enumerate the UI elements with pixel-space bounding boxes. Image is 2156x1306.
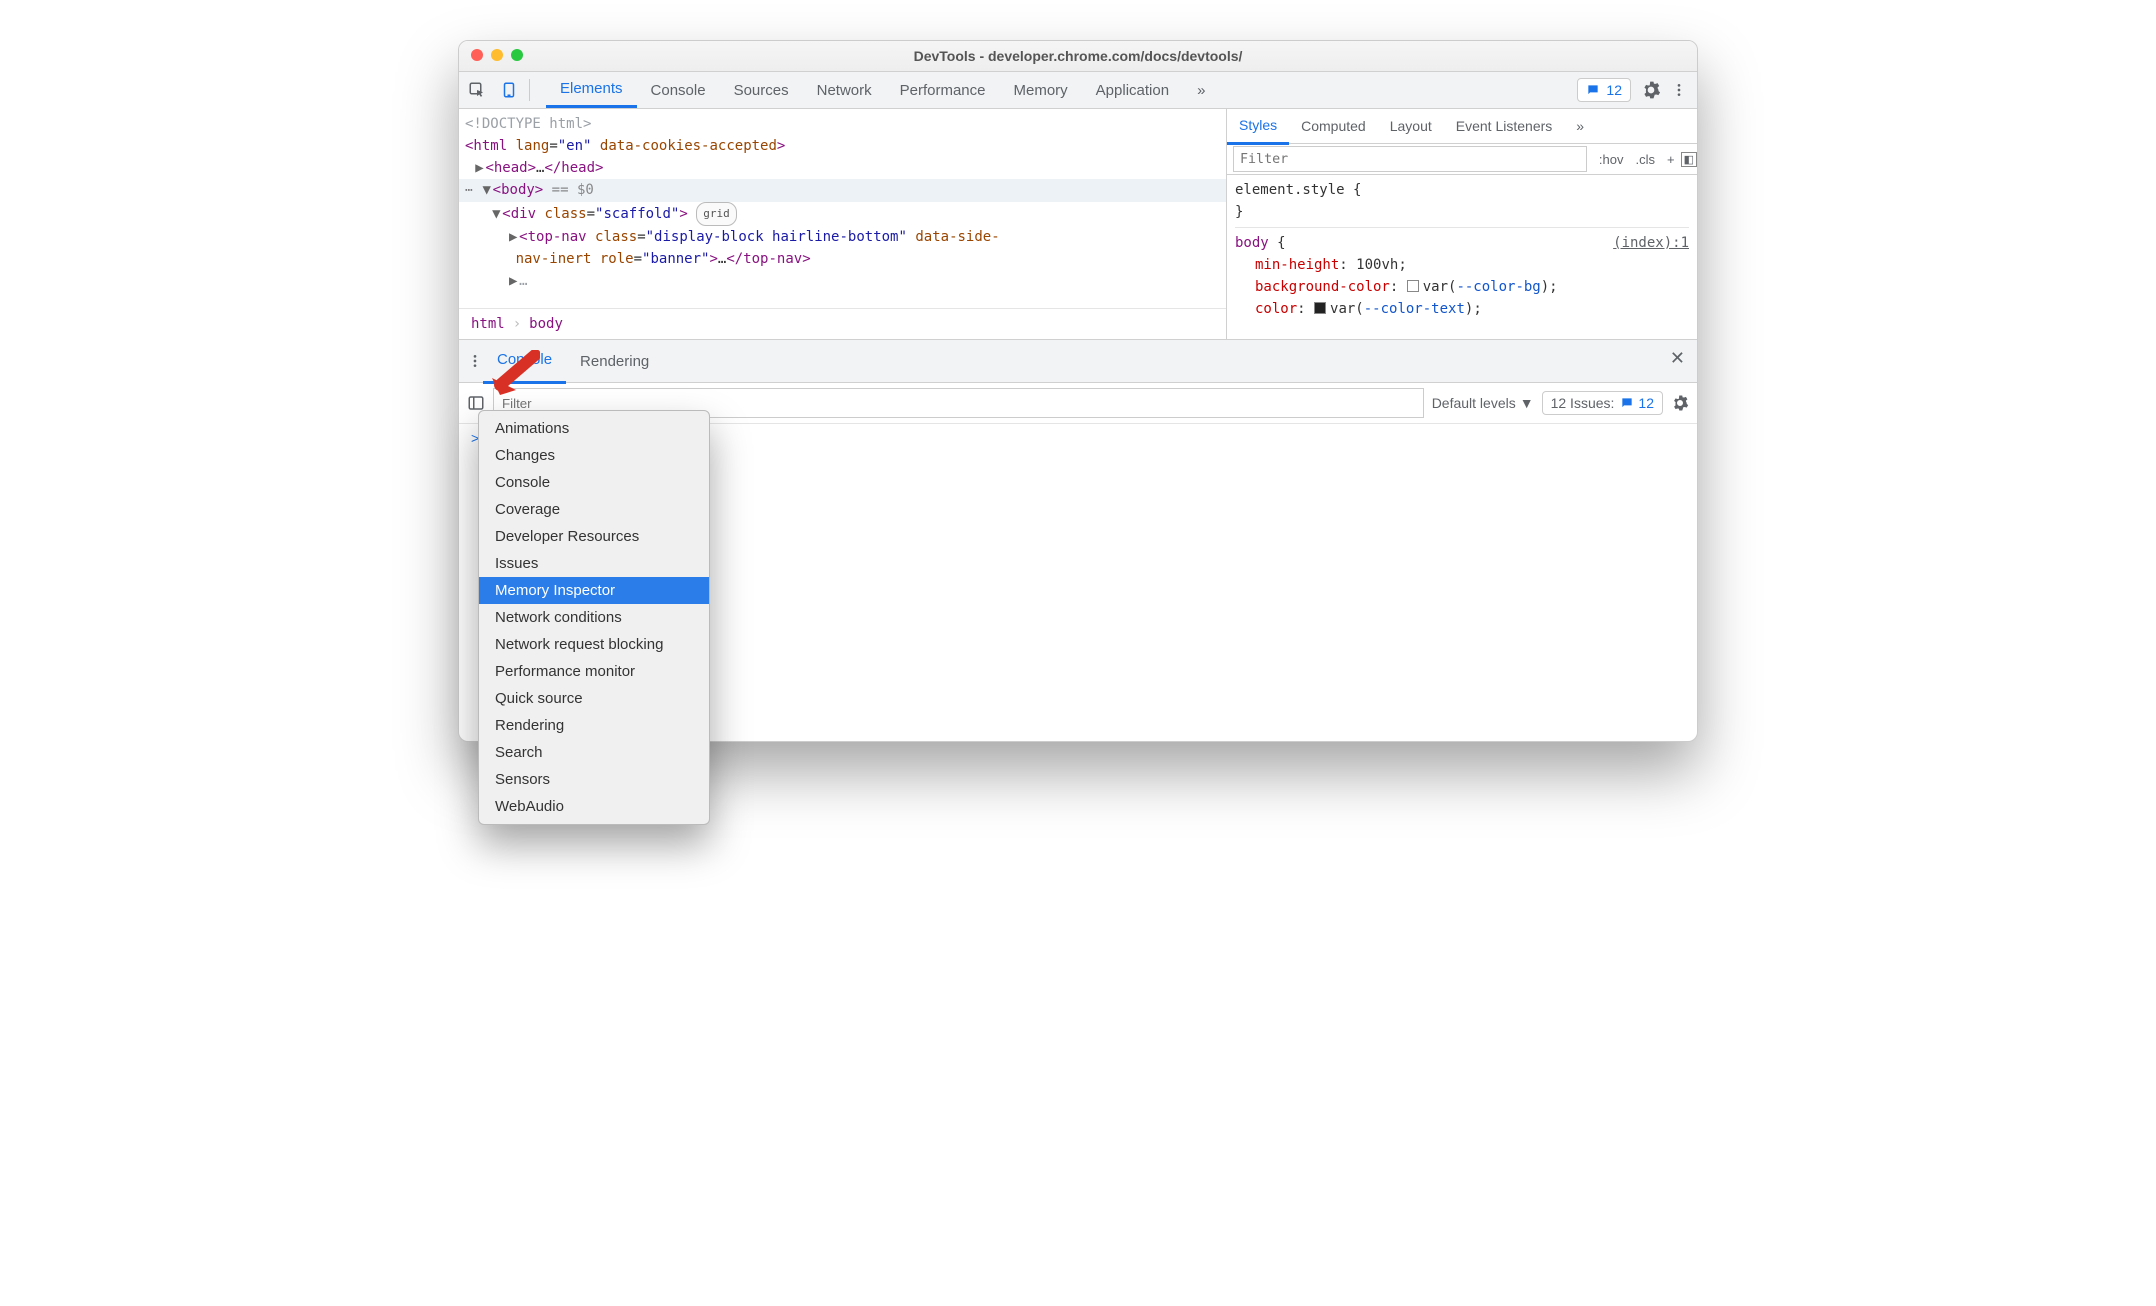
more-tools-item-developer-resources[interactable]: Developer Resources [479,523,709,550]
window-title: DevTools - developer.chrome.com/docs/dev… [914,48,1243,64]
chevron-down-icon: ▼ [1520,395,1534,411]
more-tools-item-changes[interactable]: Changes [479,442,709,469]
styles-tab-layout[interactable]: Layout [1378,109,1444,143]
minimize-window-button[interactable] [491,49,503,61]
close-window-button[interactable] [471,49,483,61]
drawer-tab-rendering[interactable]: Rendering [566,340,663,382]
color-swatch-icon[interactable] [1314,302,1326,314]
drawer-more-tools-button[interactable] [467,353,483,369]
issues-count: 12 [1606,82,1622,98]
tabs-overflow-button[interactable]: » [1183,72,1219,108]
tab-sources[interactable]: Sources [720,72,803,108]
more-tools-item-issues[interactable]: Issues [479,550,709,577]
message-icon [1620,396,1634,410]
console-settings-gear-icon[interactable] [1671,394,1689,412]
more-tools-item-search[interactable]: Search [479,739,709,766]
grid-badge[interactable]: grid [696,202,737,226]
divider [529,79,530,101]
more-tools-item-performance-monitor[interactable]: Performance monitor [479,658,709,685]
hov-toggle[interactable]: :hov [1593,152,1630,167]
annotation-arrow-icon [490,350,540,400]
main-panel-tabs: Elements Console Sources Network Perform… [546,72,1577,108]
elements-panel: <!DOCTYPE html> <html lang="en" data-coo… [459,109,1697,340]
settings-gear-icon[interactable] [1641,80,1661,100]
more-tools-item-webaudio[interactable]: WebAudio [479,793,709,820]
rule-source-link[interactable]: (index):1 [1613,232,1689,254]
device-toggle-icon[interactable] [495,76,523,104]
tab-memory[interactable]: Memory [1000,72,1082,108]
styles-filter-bar: :hov .cls + ◧ [1227,144,1697,175]
title-bar: DevTools - developer.chrome.com/docs/dev… [459,41,1697,72]
styles-tab-styles[interactable]: Styles [1227,108,1289,145]
styles-pane: Styles Computed Layout Event Listeners »… [1226,109,1697,339]
style-rules[interactable]: element.style { } (index):1 body { min-h… [1227,175,1697,324]
maximize-window-button[interactable] [511,49,523,61]
styles-tabs: Styles Computed Layout Event Listeners » [1227,109,1697,144]
breadcrumb[interactable]: html›body [459,308,1226,339]
toolbar-right: 12 [1577,78,1697,102]
more-tools-item-memory-inspector[interactable]: Memory Inspector [479,577,709,604]
new-style-rule-button[interactable]: + [1661,152,1681,167]
more-tools-menu: AnimationsChangesConsoleCoverageDevelope… [478,410,710,825]
tab-application[interactable]: Application [1082,72,1183,108]
drawer-toolbar: Console Rendering ✕ [459,340,1697,383]
drawer-close-button[interactable]: ✕ [1670,348,1685,369]
tab-performance[interactable]: Performance [886,72,1000,108]
dom-doctype: <!DOCTYPE html> [465,116,591,132]
console-issues-button[interactable]: 12 Issues: 12 [1542,391,1663,415]
styles-tab-event-listeners[interactable]: Event Listeners [1444,109,1565,143]
more-tools-item-network-conditions[interactable]: Network conditions [479,604,709,631]
tab-elements[interactable]: Elements [546,72,637,108]
more-tools-item-quick-source[interactable]: Quick source [479,685,709,712]
more-tools-item-rendering[interactable]: Rendering [479,712,709,739]
styles-tab-computed[interactable]: Computed [1289,109,1378,143]
selected-node[interactable]: ⋯ ▼<body> == $0 [459,179,1226,202]
dom-tree[interactable]: <!DOCTYPE html> <html lang="en" data-coo… [459,109,1226,339]
cls-toggle[interactable]: .cls [1630,152,1662,167]
issues-summary-button[interactable]: 12 [1577,78,1631,102]
message-icon [1586,83,1600,97]
styles-tabs-overflow[interactable]: » [1564,109,1596,143]
log-levels-dropdown[interactable]: Default levels▼ [1432,395,1534,411]
main-menu-icon[interactable] [1671,82,1687,98]
styles-filter-input[interactable] [1233,146,1587,172]
more-tools-item-sensors[interactable]: Sensors [479,766,709,793]
color-swatch-icon[interactable] [1407,280,1419,292]
inspect-element-icon[interactable] [463,76,491,104]
main-toolbar: Elements Console Sources Network Perform… [459,72,1697,109]
computed-sidebar-toggle-icon[interactable]: ◧ [1681,152,1697,167]
more-tools-item-animations[interactable]: Animations [479,415,709,442]
window-controls [471,49,523,61]
tab-console[interactable]: Console [637,72,720,108]
more-tools-item-console[interactable]: Console [479,469,709,496]
more-tools-item-network-request-blocking[interactable]: Network request blocking [479,631,709,658]
more-tools-item-coverage[interactable]: Coverage [479,496,709,523]
tab-network[interactable]: Network [803,72,886,108]
